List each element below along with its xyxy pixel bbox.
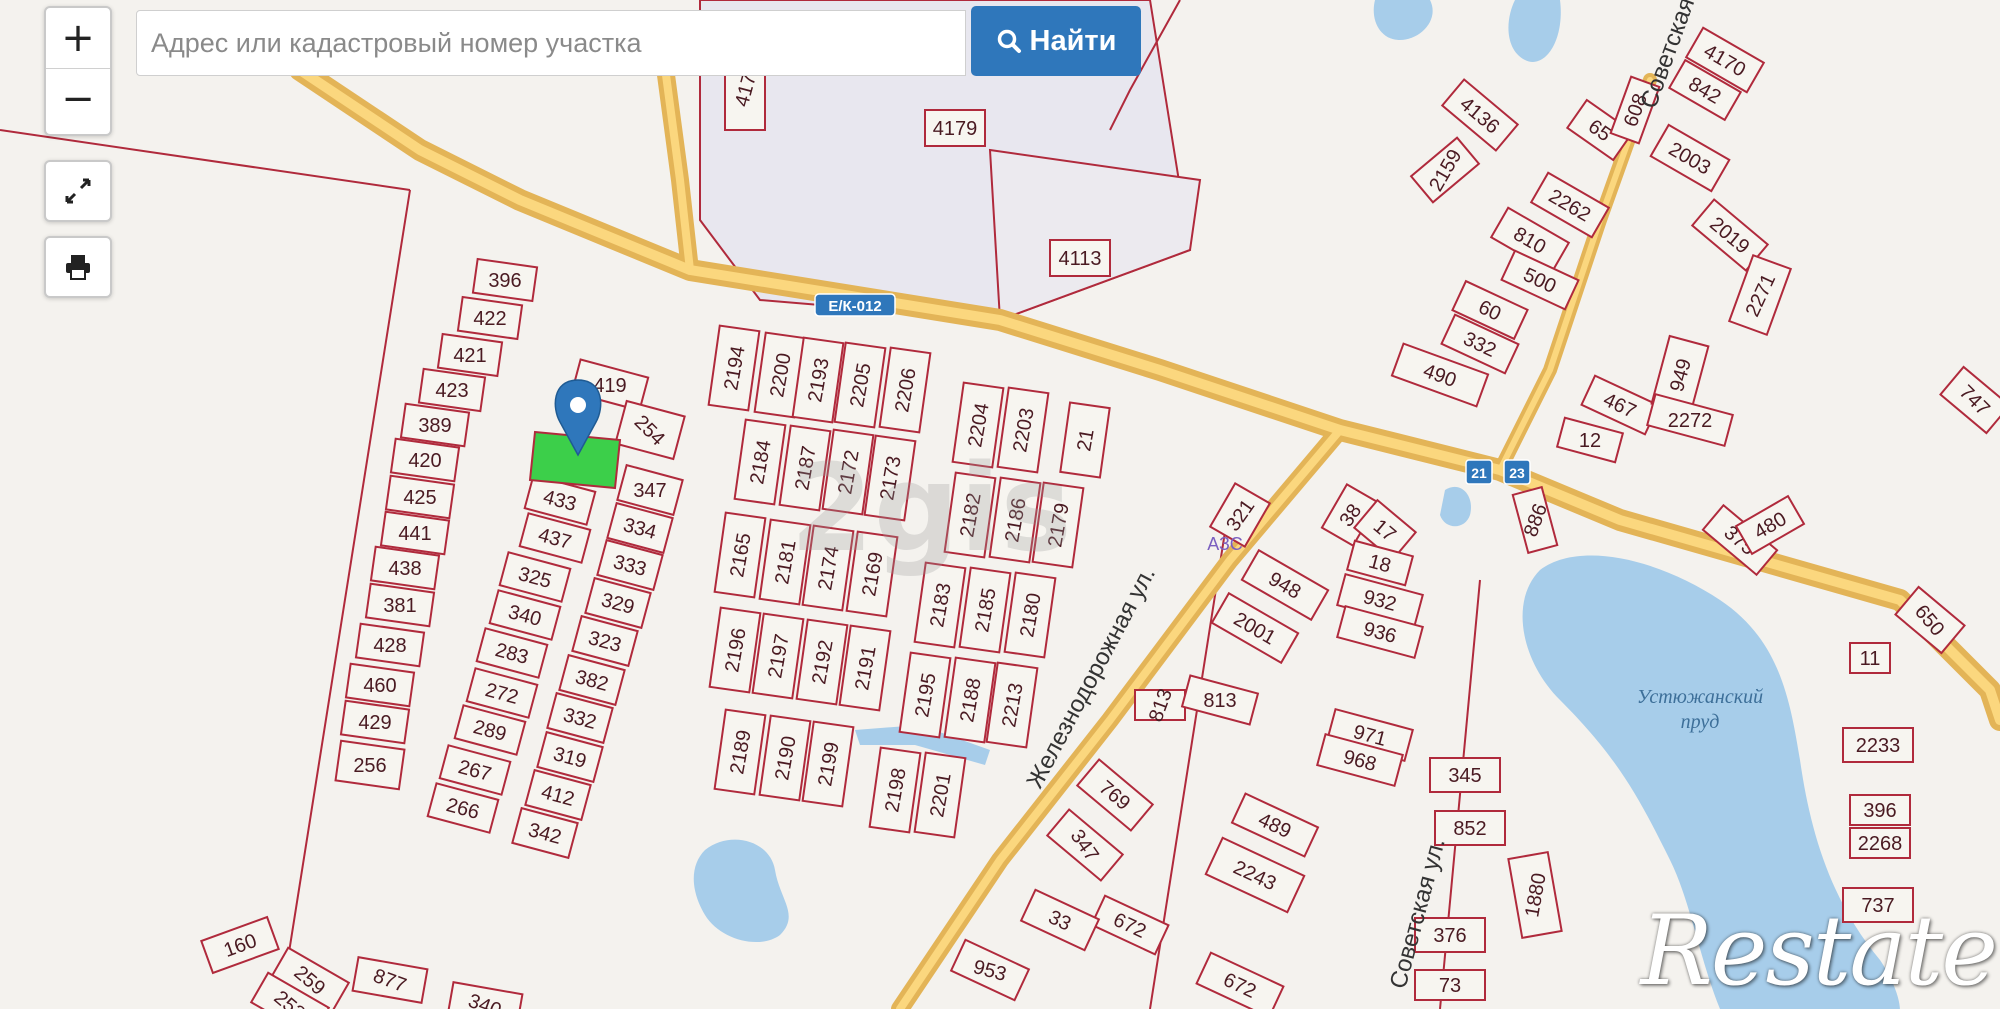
parcel-number: 396 [488,270,521,292]
find-button[interactable]: Найти [971,6,1141,76]
parcel-number: 421 [453,345,486,367]
print-button[interactable] [44,236,112,298]
parcel[interactable]: 2233 [1842,727,1914,763]
parcel-number: 21 [1073,427,1099,453]
parcel[interactable]: 423 [417,367,487,413]
parcel-number: 396 [1863,800,1896,822]
search-icon [997,29,1021,53]
parcel-number: 428 [373,635,406,657]
cadastral-map[interactable]: .p{fill:#f7f5f0;stroke:#b02a3c;stroke-wi… [0,0,2000,1009]
pond-label: Устюжанский [1637,686,1763,708]
parcel-number: 425 [403,487,436,509]
restate-logo: Restate [1640,895,1998,1007]
parcel-number: 2272 [1668,410,1713,432]
parcel-number: 422 [473,308,506,330]
parcel[interactable]: 396 [471,257,539,303]
parcel-number: 376 [1433,925,1466,947]
road-sign: Е/К-012 [814,293,896,317]
zoom-in-button[interactable]: + [46,8,110,68]
road-sign-label: Е/К-012 [828,298,881,315]
parcel-number: 813 [1203,690,1236,712]
watermark: 2gis [790,440,1072,579]
parcel-number: 2233 [1856,735,1901,757]
parcel-number: 4113 [1058,248,1101,270]
parcel-number: 347 [633,480,666,502]
printer-icon [46,238,110,296]
parcel-number: 389 [418,415,451,437]
parcel[interactable]: 73 [1414,969,1486,1001]
parcel-number: 256 [353,755,386,777]
parcel[interactable]: 11 [1849,642,1891,674]
parcel-number: 441 [398,523,431,545]
parcel[interactable]: 852 [1434,810,1506,846]
fullscreen-button[interactable] [44,160,112,222]
parcel[interactable]: 2268 [1849,827,1911,859]
gas-station-label: АЗС [1207,534,1242,554]
parcel-number: 345 [1448,765,1481,787]
expand-icon [46,162,110,220]
parcel-number: 4179 [933,118,978,140]
parcel-number: 852 [1453,818,1486,840]
parcel[interactable]: 422 [456,295,524,341]
zoom-control: + − [44,6,112,136]
parcel-number: 2268 [1858,833,1903,855]
parcel[interactable]: 396 [1849,794,1911,826]
parcel[interactable]: 256 [334,739,406,791]
road-sign-label: 21 [1471,465,1487,481]
road-sign-label: 23 [1509,465,1525,481]
pond-label: пруд [1681,711,1720,733]
parcel[interactable]: 4179 [924,109,986,147]
parcel-number: 12 [1579,430,1601,452]
find-button-label: Найти [1029,24,1117,57]
parcel-number: 460 [363,675,396,697]
parcel-number: 11 [1860,648,1881,670]
zoom-out-button[interactable]: − [46,68,110,129]
search-input[interactable] [137,11,965,75]
search-box [136,10,966,76]
parcel-number: 438 [388,558,421,580]
parcel[interactable]: 813 [1134,686,1186,725]
parcel-number: 73 [1439,975,1461,997]
parcel[interactable]: 345 [1429,757,1501,793]
parcel-number: 420 [408,450,441,472]
parcel-number: 429 [358,712,391,734]
parcel[interactable]: 4113 [1049,239,1111,277]
parcel-number: 423 [435,380,468,402]
parcel-number: 381 [383,595,416,617]
parcel[interactable]: 421 [436,332,504,378]
